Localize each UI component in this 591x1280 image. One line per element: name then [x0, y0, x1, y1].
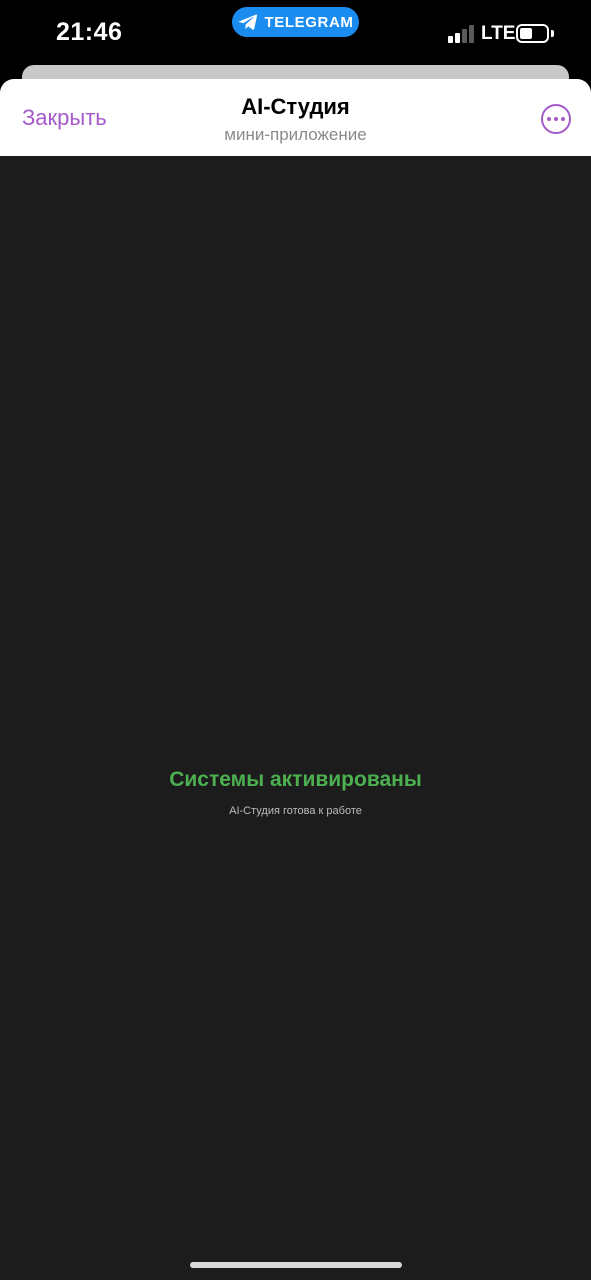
- telegram-pill-label: TELEGRAM: [264, 13, 354, 31]
- app-subtitle: мини-приложение: [224, 125, 367, 144]
- battery-icon: [516, 24, 549, 43]
- telegram-icon: [237, 14, 257, 30]
- more-dots-icon: [547, 117, 551, 121]
- mini-app-content: Системы активированы AI-Студия готова к …: [0, 156, 591, 1280]
- network-type: LTE: [481, 23, 516, 44]
- cellular-signal-icon: [448, 25, 476, 43]
- status-subtitle: AI-Студия готова к работе: [229, 805, 362, 817]
- mini-app-header: Закрыть AI-Студия мини-приложение: [0, 79, 591, 156]
- mini-app-sheet: Закрыть AI-Студия мини-приложение Систем…: [0, 79, 591, 1280]
- home-indicator[interactable]: [190, 1262, 402, 1268]
- status-message: Системы активированы AI-Студия готова к …: [0, 768, 591, 817]
- status-title: Системы активированы: [169, 768, 422, 791]
- telegram-pill[interactable]: TELEGRAM: [232, 7, 359, 37]
- status-bar: 21:46 TELEGRAM LTE: [0, 0, 591, 64]
- clock: 21:46: [56, 18, 123, 46]
- more-options-button[interactable]: [541, 104, 571, 134]
- battery-tip: [551, 30, 554, 37]
- phone-screen: 21:46 TELEGRAM LTE Закрыть AI-Студия мин…: [0, 0, 591, 1280]
- app-title: AI-Студия: [241, 94, 350, 119]
- title-block: AI-Студия мини-приложение: [0, 94, 591, 145]
